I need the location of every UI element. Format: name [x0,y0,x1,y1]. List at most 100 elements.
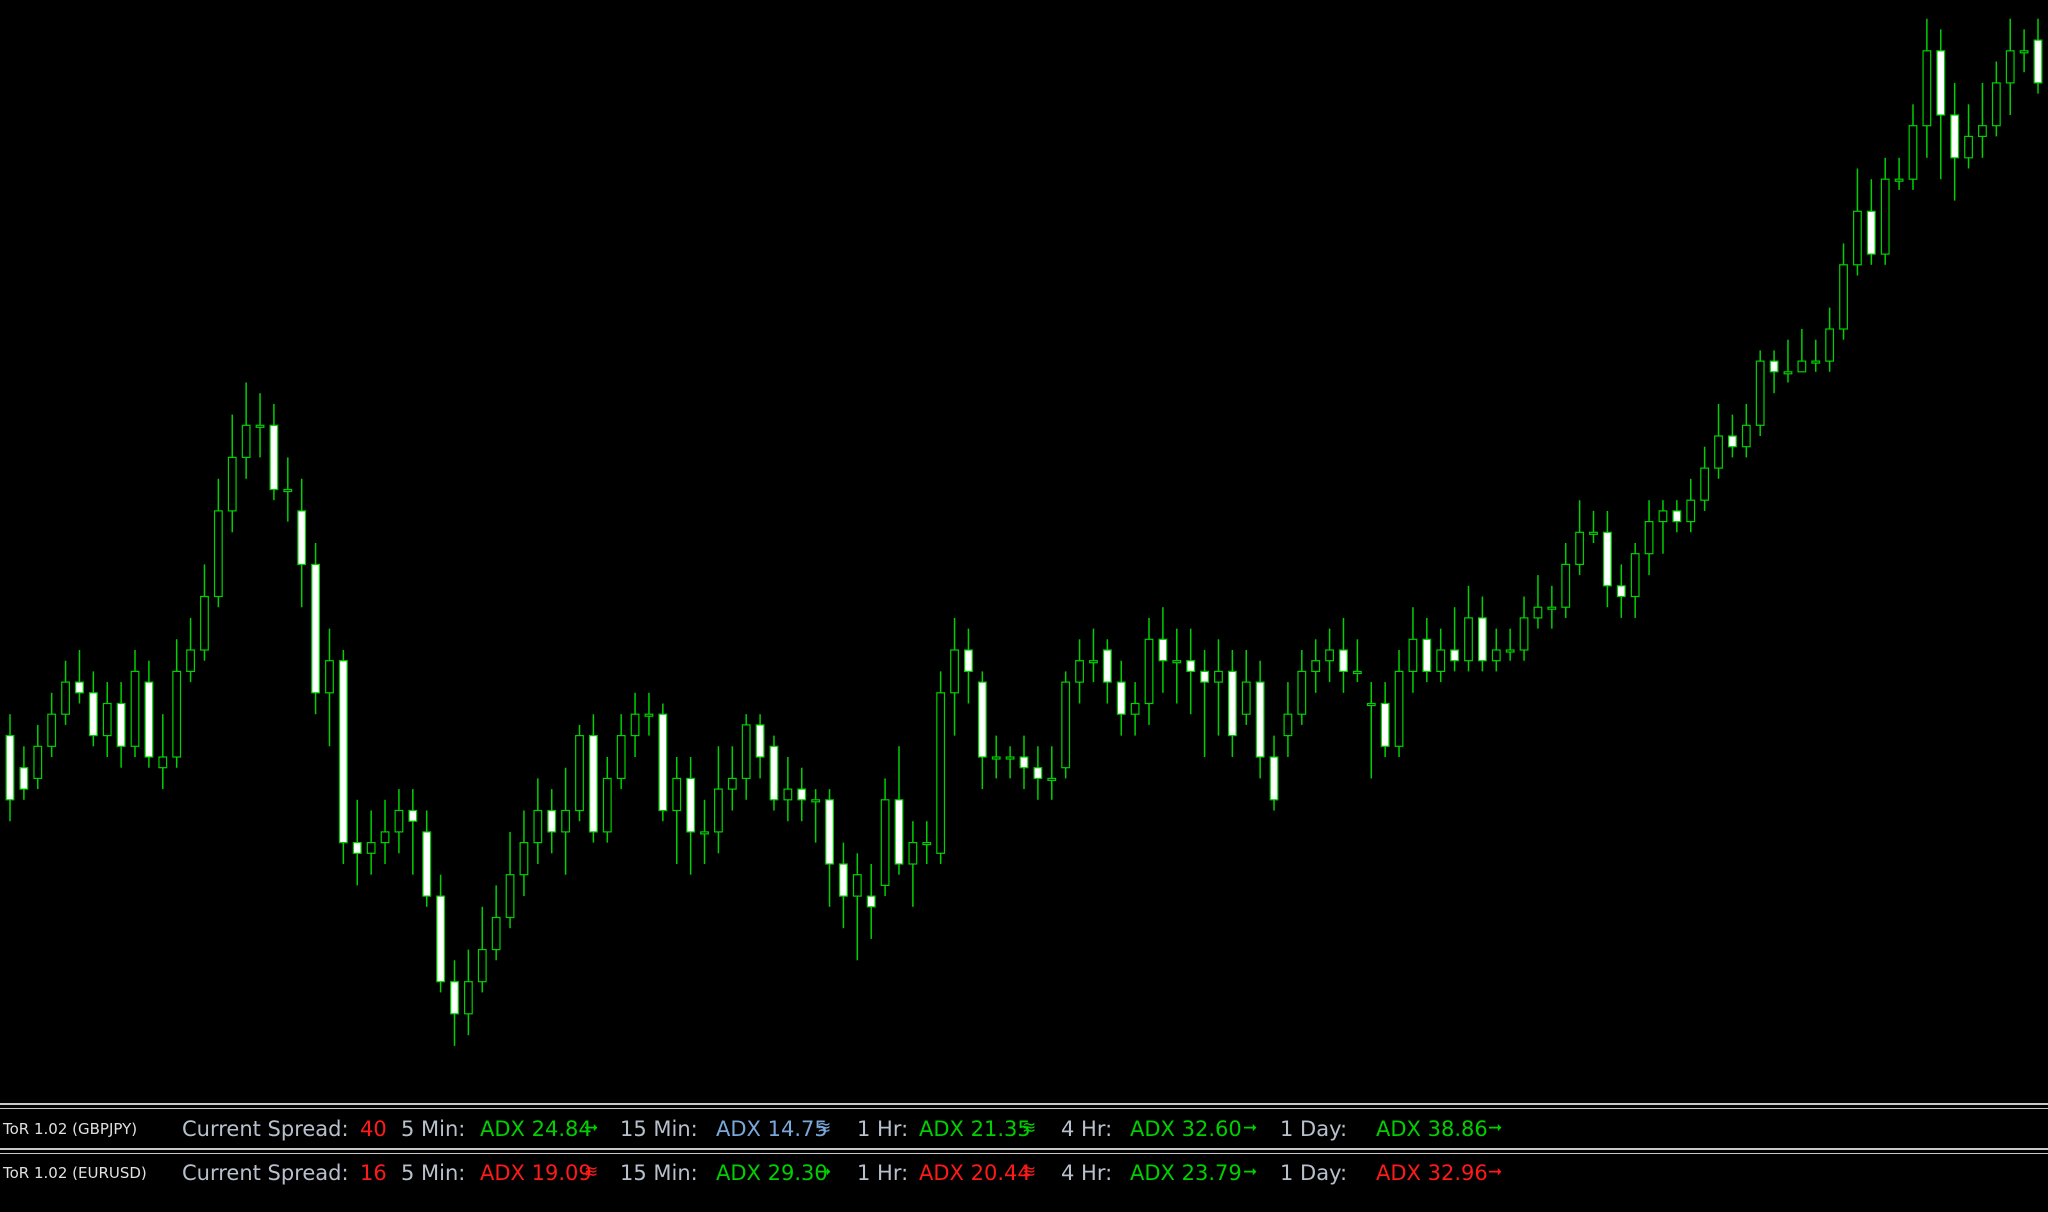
candle-body-bear [338,660,348,844]
candle-body-bull [102,702,112,737]
candle [950,617,959,736]
candle-body-bear [269,424,279,491]
candle [1089,628,1098,683]
candle [1741,403,1751,458]
candle [1686,478,1696,533]
candle-body-bull [1825,328,1835,362]
adx-value-1day: ADX 32.96 [1376,1161,1488,1185]
candle [1227,650,1237,757]
candle [1241,650,1251,725]
trend-arrow-icon: ➞ [584,1118,599,1138]
candle-body-bull [1061,681,1071,769]
adx-value-1day: ADX 38.86 [1376,1117,1488,1141]
tf-label-1hr: 1 Hr: [857,1161,909,1185]
candle-body-bear [116,702,126,747]
candle-body-bull [1533,606,1543,619]
candle [1464,585,1473,672]
candle-body-bull [1630,553,1640,598]
candle [1616,564,1626,618]
trend-arrow-icon: ➞ [1243,1162,1258,1182]
candle-body-bear [797,788,807,801]
trend-arrow-icon: ➞ [1243,1118,1258,1138]
candle-body-bear [1769,360,1779,373]
candle-body-bear [769,745,779,801]
adx-value-15min: ADX 14.75 [716,1117,828,1141]
candle-body-bear [75,681,84,694]
candle-body-bull [283,488,293,493]
tf-label-4hr: 4 Hr: [1061,1161,1113,1185]
candle [394,789,404,854]
candle [477,906,487,993]
candle [283,457,293,522]
candle [672,757,682,864]
candle [227,414,237,533]
candle [297,478,307,608]
candle-body-bull [1783,371,1793,375]
tf-label-1day: 1 Day: [1280,1161,1348,1185]
candle [144,660,154,768]
indicator-row-gbpjpy[interactable]: ToR 1.02 (GBPJPY) Current Spread: 40 5 M… [0,1108,2048,1148]
candle [1366,682,1376,779]
candle [102,682,112,757]
candle [880,778,890,897]
candle-body-bull [380,831,390,844]
tf-label-4hr: 4 Hr: [1061,1117,1113,1141]
candle-body-bear [1339,649,1348,672]
candle [1575,500,1585,576]
candle-body-bull [213,510,223,598]
candle-body-bull [1853,210,1862,266]
trend-arrow-icon: ➞ [817,1162,832,1182]
candle-body-bull [1908,125,1918,180]
candle [602,757,612,843]
candle [908,821,918,907]
candle-body-bull [727,777,737,790]
candle-body-bull [1658,510,1668,523]
candle-body-bull [630,713,640,737]
candle [1964,104,1973,169]
candle [1950,82,1960,201]
candle-body-bear [1033,767,1043,780]
candle-body-bull [1408,638,1418,672]
candle [839,842,848,929]
candle [1450,607,1460,672]
candle-body-bull [1130,702,1140,715]
candle-body-bull [672,777,682,812]
candle-body-bull [2005,50,2015,84]
candle [811,789,821,843]
candle [311,543,321,715]
indicator-row-eurusd[interactable]: ToR 1.02 (EURUSD) Current Spread: 16 5 M… [0,1152,2048,1192]
candle-body-bear [1269,756,1279,801]
candle [741,714,751,800]
adx-value-4hr: ADX 23.79 [1130,1161,1242,1185]
candle-body-bull [1797,360,1807,373]
candle [991,735,1001,779]
candle [1769,350,1779,394]
candle-body-bear [964,649,973,672]
candle-body-bull [1519,617,1529,651]
candle [1505,628,1515,661]
candle [519,810,529,897]
candle-body-bull [1491,649,1501,662]
candle [713,746,723,854]
tf-label-5min: 5 Min: [401,1161,466,1185]
candle-body-bear [1936,50,1946,116]
price-chart[interactable] [0,0,2048,1103]
candle [1853,168,1862,276]
candle-body-bull [61,681,70,715]
candle [1297,650,1307,725]
candle-body-bear [88,692,98,737]
candle [1714,403,1723,479]
candle-body-bear [1158,638,1168,662]
candle-body-bull [1325,649,1335,662]
candle-body-bear [894,799,904,865]
candle-body-bull [1964,135,1973,159]
candle [644,692,654,736]
candle [1269,735,1279,811]
candle-body-bear [686,777,696,833]
candle [866,864,876,939]
adx-value-15min: ADX 29.30 [716,1161,828,1185]
candle [1908,104,1918,190]
candle-body-bear [450,981,459,1015]
tf-label-1hr: 1 Hr: [857,1117,909,1141]
candle-body-bull [1005,756,1015,760]
